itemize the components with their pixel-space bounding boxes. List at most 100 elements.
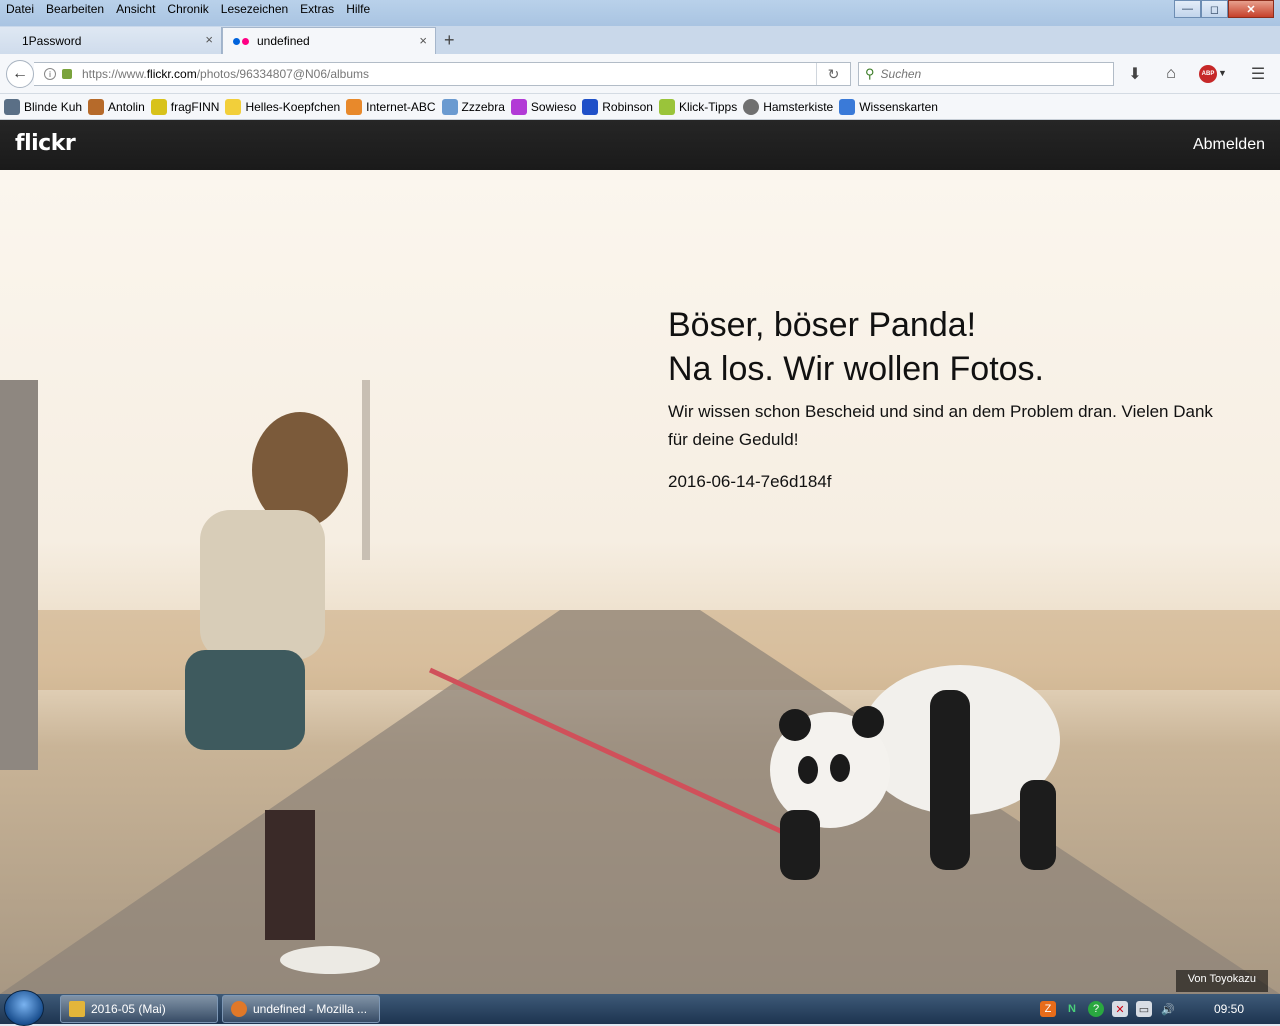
bookmark-sowieso[interactable]: Sowieso <box>510 98 577 115</box>
bookmark-robinson[interactable]: Robinson <box>582 98 653 115</box>
tray-flag-icon[interactable]: ✕ <box>1112 1001 1128 1017</box>
url-path: /photos/96334807@N06/albums <box>196 67 370 81</box>
bookmark-zzzebra[interactable]: Zzzebra <box>441 98 505 115</box>
info-icon[interactable]: i <box>44 68 56 80</box>
tab-close-icon[interactable]: × <box>205 32 213 47</box>
tab-bar: 1Password × undefined × + <box>0 26 1280 54</box>
bookmark-wissenskarten[interactable]: Wissenskarten <box>839 98 938 115</box>
bookmark-label: Sowieso <box>530 99 577 114</box>
panda-ear <box>852 706 884 738</box>
bookmark-helles-koepfchen[interactable]: Helles-Koepfchen <box>225 98 341 115</box>
search-box[interactable]: ⚲ <box>858 62 1114 86</box>
folder-icon <box>69 1001 85 1017</box>
search-engine-icon[interactable]: ⚲ <box>865 66 875 82</box>
tray-app-icon[interactable]: Z <box>1040 1001 1056 1017</box>
flickr-favicon-icon <box>233 37 251 45</box>
lock-icon[interactable] <box>62 69 72 79</box>
back-button[interactable]: ← <box>6 60 34 88</box>
bookmark-icon <box>4 98 20 115</box>
bookmark-blinde-kuh[interactable]: Blinde Kuh <box>4 98 82 115</box>
taskbar-item-folder[interactable]: 2016-05 (Mai) <box>60 995 218 1023</box>
taskbar-item-label: 2016-05 (Mai) <box>91 1002 166 1016</box>
system-tray: Z N ? ✕ ▭ 🔊 <box>1040 994 1184 1024</box>
bookmark-label: Helles-Koepfchen <box>245 99 341 114</box>
taskbar-item-label: undefined - Mozilla ... <box>253 1002 368 1016</box>
firefox-icon <box>231 1001 247 1017</box>
bookmark-internet-abc[interactable]: Internet-ABC <box>346 98 436 115</box>
bookmark-antolin[interactable]: Antolin <box>88 98 145 115</box>
flickr-header: flickr Abmelden <box>0 120 1280 170</box>
tray-n-icon[interactable]: N <box>1064 1001 1080 1017</box>
url-text[interactable]: https://www.flickr.com/photos/96334807@N… <box>82 67 369 81</box>
search-input[interactable] <box>878 66 1099 82</box>
bookmark-klick-tipps[interactable]: Klick-Tipps <box>658 98 737 115</box>
taskbar-item-firefox[interactable]: undefined - Mozilla ... <box>222 995 380 1023</box>
tab-label: 1Password <box>22 33 82 48</box>
error-page: Böser, böser Panda! Na los. Wir wollen F… <box>0 170 1280 994</box>
panda-stripe <box>930 690 970 870</box>
error-message: Wir wissen schon Bescheid und sind an de… <box>668 402 1213 449</box>
minimize-button[interactable]: — <box>1174 0 1201 18</box>
menu-bar: Datei Bearbeiten Ansicht Chronik Lesezei… <box>0 0 376 20</box>
navigation-bar: ← i https://www.flickr.com/photos/963348… <box>0 54 1280 94</box>
error-heading-line-2: Na los. Wir wollen Fotos. <box>668 350 1044 388</box>
error-code: 2016-06-14-7e6d184f <box>668 472 832 491</box>
reload-icon[interactable]: ↻ <box>816 63 850 85</box>
background-photo <box>0 380 1280 994</box>
menu-lesezeichen[interactable]: Lesezeichen <box>215 0 294 20</box>
tab-label: undefined <box>257 34 310 48</box>
bookmark-label: Wissenskarten <box>859 99 938 114</box>
menu-bearbeiten[interactable]: Bearbeiten <box>40 0 110 20</box>
tray-network-icon[interactable]: ▭ <box>1136 1001 1152 1017</box>
bookmark-icon <box>658 98 675 115</box>
menu-hilfe[interactable]: Hilfe <box>340 0 376 20</box>
start-button[interactable] <box>4 990 44 1026</box>
hamburger-menu-icon[interactable]: ☰ <box>1248 64 1268 84</box>
bookmark-label: fragFINN <box>170 99 220 114</box>
url-bar[interactable]: i https://www.flickr.com/photos/96334807… <box>34 62 851 86</box>
bookmark-label: Antolin <box>108 99 145 114</box>
bookmark-fragfinn[interactable]: fragFINN <box>150 98 220 115</box>
bookmark-icon <box>510 98 527 115</box>
bookmark-icon <box>150 98 167 115</box>
girl-vest <box>200 510 325 660</box>
tray-help-icon[interactable]: ? <box>1088 1001 1104 1017</box>
tab-1password[interactable]: 1Password × <box>0 27 222 54</box>
new-tab-button[interactable]: + <box>444 30 455 51</box>
bookmark-icon <box>225 98 242 115</box>
logout-link[interactable]: Abmelden <box>1193 136 1265 154</box>
bookmark-hamsterkiste[interactable]: Hamsterkiste <box>743 98 833 115</box>
error-heading-line-1: Böser, böser Panda! <box>668 306 977 344</box>
bookmarks-toolbar: Blinde Kuh Antolin fragFINN Helles-Koepf… <box>0 94 1280 120</box>
menu-extras[interactable]: Extras <box>294 0 340 20</box>
adblock-plus-icon[interactable]: ABP <box>1199 65 1217 83</box>
menu-datei[interactable]: Datei <box>0 0 40 20</box>
chevron-down-icon[interactable]: ▼ <box>1218 68 1227 78</box>
taskbar-clock[interactable]: 09:50 <box>1214 1002 1244 1016</box>
url-domain: flickr.com <box>146 67 197 81</box>
maximize-button[interactable]: ◻ <box>1201 0 1228 18</box>
concrete-wall <box>0 380 38 770</box>
window-controls: — ◻ ✕ <box>1174 0 1274 18</box>
flickr-logo[interactable]: flickr <box>15 131 76 156</box>
volume-icon[interactable]: 🔊 <box>1160 1001 1176 1017</box>
home-icon[interactable]: ⌂ <box>1161 64 1181 84</box>
bookmark-icon <box>441 98 458 115</box>
arrow-left-icon: ← <box>12 65 28 82</box>
menu-chronik[interactable]: Chronik <box>161 0 214 20</box>
bookmark-icon <box>743 98 760 115</box>
panda-leg <box>1020 780 1056 870</box>
panda-ear <box>779 709 811 741</box>
bookmark-icon <box>346 98 363 115</box>
panda-eye <box>830 754 850 782</box>
power-tower <box>362 380 370 560</box>
menu-ansicht[interactable]: Ansicht <box>110 0 161 20</box>
tab-close-icon[interactable]: × <box>419 33 427 48</box>
photo-credit[interactable]: Von Toyokazu <box>1175 970 1268 992</box>
panda-leg <box>780 810 820 880</box>
close-window-button[interactable]: ✕ <box>1228 0 1274 18</box>
download-icon[interactable]: ⬇ <box>1125 64 1145 84</box>
bookmark-label: Robinson <box>602 99 653 114</box>
tab-undefined[interactable]: undefined × <box>222 27 436 54</box>
url-prefix: https://www. <box>82 67 147 81</box>
